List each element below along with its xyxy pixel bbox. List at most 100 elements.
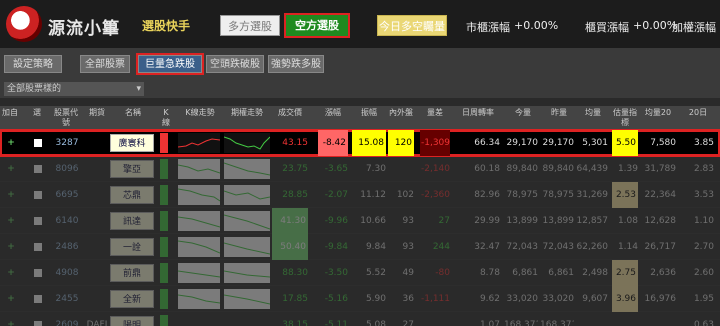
p20: 1.95 xyxy=(693,294,714,304)
brand-title: 源流小篳 xyxy=(48,19,120,39)
stock-name[interactable]: 芯鼎 xyxy=(110,186,154,204)
stock-filter-select[interactable]: 全部股票樣的 ▾ xyxy=(4,82,144,96)
table-row[interactable]: + 2455 全新 17.85 -5.16 5.90 36 -1,111 9.6… xyxy=(0,286,720,312)
diff: -2,140 xyxy=(420,164,450,174)
row-checkbox[interactable] xyxy=(32,234,42,260)
stock-code[interactable]: 6695 xyxy=(52,182,82,208)
col-vol-today[interactable]: 今量 xyxy=(508,106,538,130)
strategy-settings-button[interactable]: 設定策略 xyxy=(4,55,62,73)
tab-short-picks[interactable]: 空方選股 xyxy=(284,13,350,38)
futures-code: DAFI xyxy=(86,320,108,326)
col-p20[interactable]: 20日 xyxy=(680,106,716,130)
add-row-icon[interactable]: + xyxy=(4,182,18,208)
k-trend-sparkline xyxy=(177,211,221,231)
col-name[interactable]: 名稱 xyxy=(118,106,148,130)
est-indicator: 2.75 xyxy=(612,260,638,286)
table-row[interactable]: + 4908 前鼎 88.30 -3.50 5.52 49 -80 8.78 6… xyxy=(0,260,720,286)
col-vol-avg[interactable]: 均量 xyxy=(578,106,608,130)
stock-name[interactable]: 陽明 xyxy=(110,316,154,326)
price: 17.85 xyxy=(282,294,308,304)
col-select[interactable]: 選 xyxy=(28,106,46,130)
stock-name[interactable]: 擎亞 xyxy=(110,160,154,178)
tab-long-picks[interactable]: 多方選股 xyxy=(220,15,280,36)
table-row[interactable]: + 6140 訊達 41.30 -9.96 10.66 93 27 29.99 … xyxy=(0,208,720,234)
k-trend-sparkline xyxy=(177,263,221,283)
stock-name[interactable]: 訊達 xyxy=(110,212,154,230)
change: -2.07 xyxy=(324,190,348,200)
p20: 3.53 xyxy=(693,190,714,200)
table-row[interactable]: + 8096 擎亞 23.75 -3.65 7.30 -2,140 60.18 … xyxy=(0,156,720,182)
stock-name[interactable]: 一詮 xyxy=(110,238,154,256)
col-code[interactable]: 股票代號 xyxy=(52,106,80,130)
table-row[interactable]: + 6695 芯鼎 28.85 -2.07 11.12 102 -2,360 8… xyxy=(0,182,720,208)
stock-code[interactable]: 6140 xyxy=(52,208,82,234)
strategy-all-stocks[interactable]: 全部股票 xyxy=(80,55,130,73)
turnover: 8.78 xyxy=(479,268,500,278)
vol-avg: 62,260 xyxy=(576,242,609,252)
row-checkbox[interactable] xyxy=(32,182,42,208)
strategy-volume-drop[interactable]: 巨量急跌股 xyxy=(136,53,204,75)
stock-name[interactable]: 全新 xyxy=(110,290,154,308)
p20: 0.63 xyxy=(693,320,714,326)
stock-code[interactable]: 2609 xyxy=(52,312,82,326)
row-checkbox[interactable] xyxy=(32,208,42,234)
stock-code[interactable]: 2455 xyxy=(52,286,82,312)
change: -3.50 xyxy=(324,268,348,278)
table-row[interactable]: + 2486 一詮 50.40 -9.84 9.84 93 244 32.47 … xyxy=(0,234,720,260)
row-checkbox[interactable] xyxy=(32,156,42,182)
row-checkbox[interactable] xyxy=(32,260,42,286)
today-button[interactable]: 今日多空矚量 xyxy=(377,15,447,36)
add-row-icon[interactable]: + xyxy=(4,130,18,156)
stock-code[interactable]: 8096 xyxy=(52,156,82,182)
stock-code[interactable]: 3287 xyxy=(52,130,82,156)
add-row-icon[interactable]: + xyxy=(4,260,18,286)
add-row-icon[interactable]: + xyxy=(4,286,18,312)
diff: 244 xyxy=(432,242,450,252)
vol-avg: 9,607 xyxy=(582,294,608,304)
add-row-icon[interactable]: + xyxy=(4,312,18,326)
col-opt-trend[interactable]: 期權走勢 xyxy=(224,106,270,130)
col-kline[interactable]: K線 xyxy=(160,106,172,130)
col-turnover[interactable]: 日周轉率 xyxy=(454,106,502,130)
strategy-strong-drop[interactable]: 強勢跌多股 xyxy=(268,55,324,73)
row-checkbox[interactable] xyxy=(32,130,42,156)
add-row-icon[interactable]: + xyxy=(4,156,18,182)
vol-20: 22,364 xyxy=(644,190,677,200)
diff: 27 xyxy=(438,216,450,226)
futures-code xyxy=(86,130,108,156)
strategy-break-down[interactable]: 空頭跌破股 xyxy=(206,55,264,73)
add-row-icon[interactable]: + xyxy=(4,208,18,234)
col-price[interactable]: 成交價 xyxy=(272,106,308,130)
col-est-indicator[interactable]: 估量指標 xyxy=(612,106,638,130)
vol-today: 168,371 xyxy=(504,320,538,326)
table-row[interactable]: + 2609 DAFI 陽明 38.15 -5.11 5.08 27 1.07 … xyxy=(0,312,720,326)
col-add[interactable]: 加自 xyxy=(0,106,20,130)
filter-text: 全部股票樣的 xyxy=(7,84,62,94)
chevron-down-icon: ▾ xyxy=(136,84,141,94)
col-futures[interactable]: 期貨 xyxy=(86,106,108,130)
stock-code[interactable]: 4908 xyxy=(52,260,82,286)
turnover: 9.62 xyxy=(479,294,500,304)
col-amplitude[interactable]: 振幅 xyxy=(352,106,386,130)
col-vol-yday[interactable]: 昨量 xyxy=(544,106,574,130)
k-trend-sparkline xyxy=(177,133,221,153)
kline-candle xyxy=(160,185,168,205)
stat1-value: +0.00% xyxy=(514,19,559,32)
row-checkbox[interactable] xyxy=(32,286,42,312)
col-vol-20[interactable]: 均量20 xyxy=(640,106,676,130)
stock-code[interactable]: 2486 xyxy=(52,234,82,260)
vol-today: 29,170 xyxy=(506,138,539,148)
amplitude: 5.52 xyxy=(365,268,386,278)
diff: -80 xyxy=(435,268,450,278)
opt-trend-sparkline xyxy=(223,185,271,205)
col-in-out[interactable]: 內外盤 xyxy=(388,106,414,130)
k-trend-sparkline xyxy=(177,237,221,257)
table-row[interactable]: + 3287 廣寰科 43.15 -8.42 15.08 120 -1,309 … xyxy=(0,129,720,157)
col-diff[interactable]: 量差 xyxy=(420,106,450,130)
col-k-trend[interactable]: K線走勢 xyxy=(180,106,220,130)
col-change[interactable]: 漲幅 xyxy=(318,106,348,130)
row-checkbox[interactable] xyxy=(32,312,42,326)
add-row-icon[interactable]: + xyxy=(4,234,18,260)
stock-name[interactable]: 廣寰科 xyxy=(110,134,154,152)
stock-name[interactable]: 前鼎 xyxy=(110,264,154,282)
